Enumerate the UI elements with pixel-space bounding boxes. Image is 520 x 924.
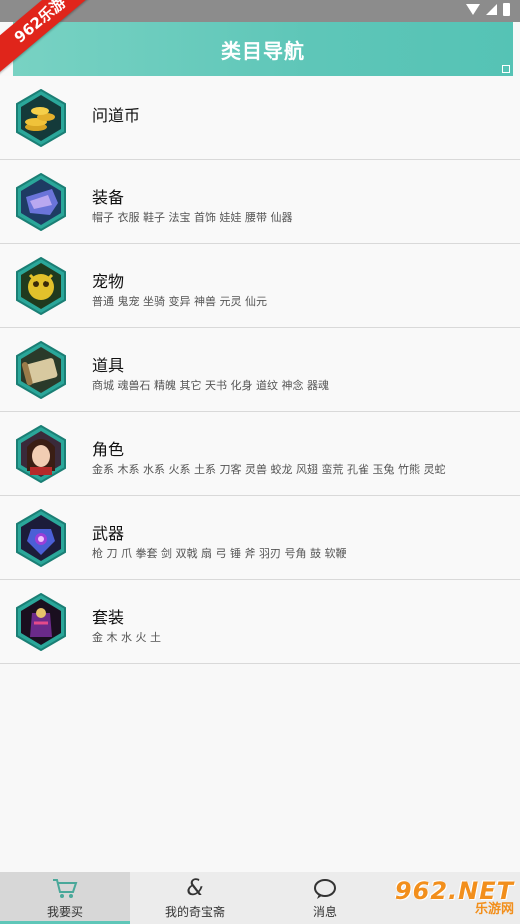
equipment-icon (12, 173, 70, 231)
watermark-sub: 乐游网 (474, 902, 514, 917)
category-item-character[interactable]: 角色 金系 木系 水系 火系 土系 刀客 灵兽 蛟龙 风翅 蛮荒 孔雀 玉兔 竹… (0, 412, 520, 496)
tab-label: 我要买 (46, 904, 83, 919)
page-title: 类目导航 (221, 38, 305, 63)
category-item-equipment[interactable]: 装备 帽子 衣服 鞋子 法宝 首饰 娃娃 腰带 仙器 (0, 160, 520, 244)
category-item-weapon[interactable]: 武器 枪 刀 爪 拳套 剑 双戟 扇 弓 锤 斧 羽刃 号角 鼓 软鞭 (0, 496, 520, 580)
tab-label: 消息 (312, 904, 337, 919)
tab-messages[interactable]: 消息 (260, 872, 390, 924)
category-title: 道具 (92, 356, 125, 375)
category-subtags: 帽子 衣服 鞋子 法宝 首饰 娃娃 腰带 仙器 (92, 211, 293, 224)
category-title: 武器 (92, 524, 125, 543)
corner-mark-icon (502, 65, 510, 73)
bottom-tab-bar: 我要买 & 我的奇宝斋 消息 962.NET 乐游网 (0, 872, 520, 924)
scroll-icon (12, 341, 70, 399)
armor-set-icon (12, 593, 70, 651)
battery-icon (503, 3, 510, 16)
chat-icon (313, 877, 337, 901)
category-item-set[interactable]: 套装 金 木 水 火 土 (0, 580, 520, 664)
category-title: 问道币 (92, 106, 141, 125)
category-item-pet[interactable]: 宠物 普通 鬼宠 坐骑 变异 神兽 元灵 仙元 (0, 244, 520, 328)
category-item-coin[interactable]: 问道币 (0, 76, 520, 160)
top-header: 类目导航 (13, 22, 513, 76)
category-title: 套装 (92, 608, 125, 627)
signal-icon (486, 4, 497, 15)
wifi-icon (466, 4, 480, 15)
site-watermark: 962.NET 乐游网 (382, 876, 514, 920)
coin-stack-icon (12, 89, 70, 147)
category-title: 角色 (92, 440, 125, 459)
tab-buy[interactable]: 我要买 (0, 872, 130, 924)
tab-label: 我的奇宝斋 (164, 904, 225, 919)
cart-icon (52, 877, 78, 901)
character-icon (12, 425, 70, 483)
tab-my-store[interactable]: & 我的奇宝斋 (130, 872, 260, 924)
pet-icon (12, 257, 70, 315)
category-subtags: 商城 魂兽石 精魄 其它 天书 化身 道纹 神念 器魂 (92, 379, 329, 392)
category-subtags: 金 木 水 火 土 (92, 631, 161, 644)
category-subtags: 普通 鬼宠 坐骑 变异 神兽 元灵 仙元 (92, 295, 267, 308)
category-subtags: 枪 刀 爪 拳套 剑 双戟 扇 弓 锤 斧 羽刃 号角 鼓 软鞭 (92, 547, 347, 560)
ampersand-icon: & (186, 876, 204, 901)
category-item-item[interactable]: 道具 商城 魂兽石 精魄 其它 天书 化身 道纹 神念 器魂 (0, 328, 520, 412)
category-title: 装备 (92, 188, 125, 207)
category-title: 宠物 (92, 272, 125, 291)
category-subtags: 金系 木系 水系 火系 土系 刀客 灵兽 蛟龙 风翅 蛮荒 孔雀 玉兔 竹熊 灵… (92, 463, 446, 476)
weapon-icon (12, 509, 70, 567)
category-list: 问道币 装备 帽子 衣服 鞋子 法宝 首饰 娃娃 腰带 仙器 宠物 普通 鬼宠 … (0, 76, 520, 664)
watermark-main: 962.NET (394, 877, 514, 905)
